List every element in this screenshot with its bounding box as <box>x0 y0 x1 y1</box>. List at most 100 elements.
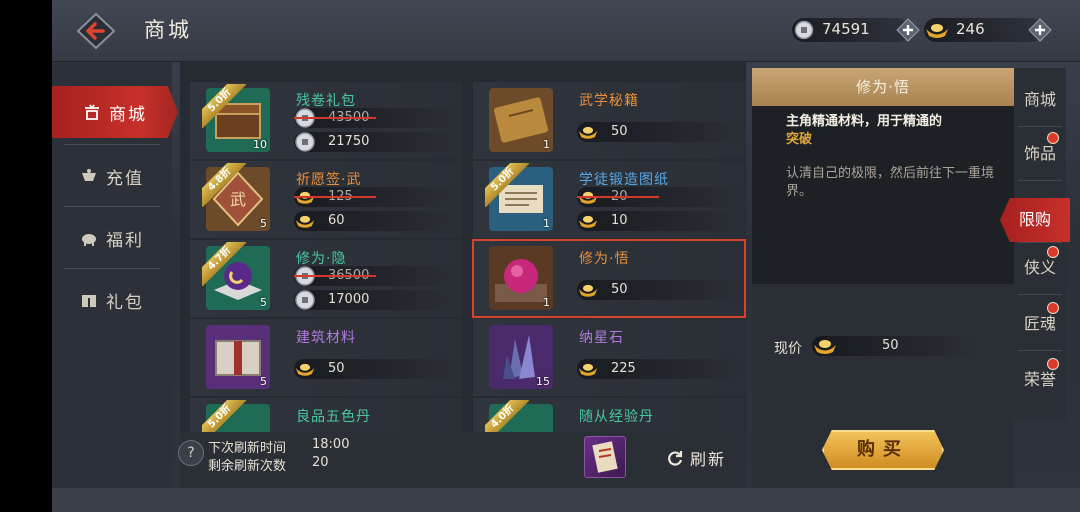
sale-price-value: 225 <box>611 361 636 376</box>
strikethrough <box>294 196 376 198</box>
right-tab-2[interactable]: 限购 <box>1000 198 1070 242</box>
item-thumbnail: 5 <box>206 246 270 310</box>
sale-price-value: 50 <box>328 361 345 376</box>
item-name: 纳星石 <box>579 330 624 346</box>
strikethrough <box>294 117 376 119</box>
shop-item-card[interactable]: 5 4.7折 修为·隐 36500 17000 <box>190 240 462 317</box>
sale-price: 17000 <box>294 290 460 310</box>
refresh-token-icon <box>584 436 626 478</box>
menu-divider <box>64 144 160 145</box>
silver-coin-icon <box>295 290 315 310</box>
back-arrow-icon[interactable] <box>76 12 116 50</box>
item-thumbnail: 1 <box>489 246 553 310</box>
tab-divider <box>1018 180 1062 181</box>
original-price: 125 <box>294 187 460 207</box>
refresh-icon <box>668 451 683 466</box>
menu-item-recharge[interactable]: 充值 <box>52 150 172 202</box>
item-name: 随从经验丹 <box>579 409 654 425</box>
gold-ingot-icon <box>295 363 315 376</box>
shop-item-card[interactable]: 武 5 4.8折 祈愿签·武 125 60 <box>190 161 462 238</box>
menu-divider <box>64 268 160 269</box>
shop-item-card[interactable]: 1 武学秘籍 50 <box>473 82 745 159</box>
help-icon[interactable]: ? <box>178 440 204 466</box>
shop-item-card[interactable]: 15 纳星石 225 <box>473 319 745 396</box>
sale-price-value: 21750 <box>328 134 370 149</box>
sale-price: 50 <box>577 122 743 142</box>
menu-label: 礼包 <box>106 292 144 313</box>
pig-icon <box>82 234 96 246</box>
item-thumbnail <box>206 404 270 432</box>
svg-text:武: 武 <box>230 190 246 209</box>
page-title: 商城 <box>144 18 192 42</box>
sale-price: 50 <box>577 280 743 300</box>
tab-divider <box>1018 350 1062 351</box>
gold-ingot-icon <box>578 126 598 139</box>
item-thumbnail: 武5 <box>206 167 270 231</box>
description-text: 主角精通材料，用于精通的 <box>786 114 943 129</box>
detail-flavor-text: 认清自己的极限，然后前往下一重境界。 <box>786 166 995 199</box>
item-thumbnail: 1 <box>489 167 553 231</box>
silver-coin-icon <box>794 20 814 40</box>
shop-item-card[interactable]: 4.0折 随从经验丹 <box>473 398 745 432</box>
sale-price-value: 10 <box>611 213 628 228</box>
buy-button[interactable]: 购买 <box>822 430 944 470</box>
notification-dot <box>1047 132 1059 144</box>
notification-dot <box>1047 358 1059 370</box>
menu-label: 商城 <box>109 104 147 125</box>
shop-item-card[interactable]: 5 建筑材料 50 <box>190 319 462 396</box>
item-count: 5 <box>260 296 267 309</box>
notification-dot <box>1047 302 1059 314</box>
description-highlight: 突破 <box>786 132 813 147</box>
detail-description: 主角精通材料，用于精通的 突破 <box>786 113 996 149</box>
screen-edge-left <box>0 0 52 512</box>
gold-ingot-icon <box>578 215 598 228</box>
current-price: 50 <box>812 336 976 356</box>
gold-ingot-icon <box>578 363 598 376</box>
gold-ingot-icon <box>926 24 948 38</box>
gold-ingot-icon <box>295 215 315 228</box>
shop-item-card[interactable]: 10 5.0折 残卷礼包 43500 21750 <box>190 82 462 159</box>
right-tab-0[interactable]: 商城 <box>1014 72 1066 128</box>
sale-price-value: 50 <box>611 124 628 139</box>
shop-item-card[interactable]: 1 修为·悟 50 <box>472 239 746 318</box>
bottom-strip <box>52 488 1080 512</box>
menu-item-shop[interactable]: 商城 <box>52 86 178 138</box>
item-thumbnail: 1 <box>489 88 553 152</box>
shop-item-card[interactable]: 5.0折 良品五色丹 <box>190 398 462 432</box>
shop-item-card[interactable]: 1 5.0折 学徒锻造图纸 20 10 <box>473 161 745 238</box>
sale-price-value: 50 <box>611 282 628 297</box>
shop-icon <box>85 104 99 120</box>
strikethrough <box>577 196 659 198</box>
refresh-button[interactable]: 刷新 <box>666 446 726 470</box>
sale-price-value: 17000 <box>328 292 370 307</box>
item-count: 1 <box>543 138 550 151</box>
item-count: 1 <box>543 296 550 309</box>
remaining-refresh-label: 剩余刷新次数 <box>208 459 287 474</box>
menu-divider <box>64 206 160 207</box>
item-count: 5 <box>260 375 267 388</box>
add-silver-button[interactable] <box>896 18 920 42</box>
gold-ingot-icon <box>814 340 836 354</box>
silver-amount: 74591 <box>822 20 870 38</box>
add-gold-button[interactable] <box>1028 18 1052 42</box>
sale-price-value: 60 <box>328 213 345 228</box>
item-count: 1 <box>543 217 550 230</box>
sale-price: 10 <box>577 211 743 231</box>
package-icon <box>82 294 96 307</box>
silver-coin-icon <box>295 132 315 152</box>
next-refresh-time: 18:00 <box>312 437 350 452</box>
item-name: 武学秘籍 <box>579 93 639 109</box>
notification-dot <box>1047 246 1059 258</box>
sale-price: 225 <box>577 359 743 379</box>
current-price-label: 现价 <box>774 341 802 357</box>
original-price: 36500 <box>294 266 460 286</box>
gift-icon <box>82 169 96 181</box>
menu-item-package[interactable]: 礼包 <box>52 274 172 326</box>
item-count: 5 <box>260 217 267 230</box>
menu-label: 福利 <box>106 230 144 251</box>
menu-label: 充值 <box>106 168 144 189</box>
item-count: 10 <box>253 138 267 151</box>
tab-divider <box>1018 294 1062 295</box>
menu-item-welfare[interactable]: 福利 <box>52 212 172 264</box>
remaining-refresh-count: 20 <box>312 455 329 470</box>
